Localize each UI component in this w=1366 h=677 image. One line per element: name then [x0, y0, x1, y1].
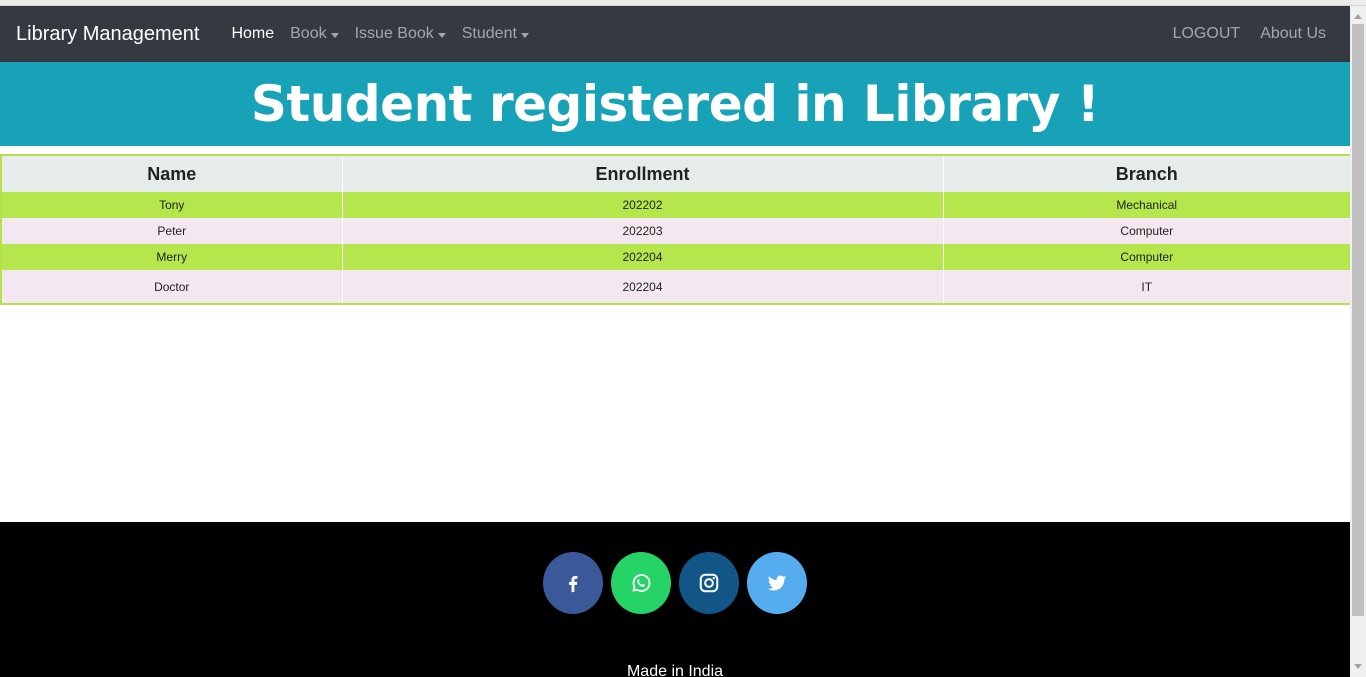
cell-branch: Computer	[943, 218, 1350, 244]
cell-name: Tony	[1, 192, 343, 218]
students-table-wrapper: Name Enrollment Branch Tony 202202 Mecha…	[0, 154, 1350, 305]
whatsapp-button[interactable]	[611, 552, 671, 614]
cell-enrollment: 202204	[342, 270, 944, 304]
cell-enrollment: 202202	[342, 192, 944, 218]
nav-home-label: Home	[231, 25, 275, 42]
nav-issue-book-dropdown[interactable]: Issue Book	[347, 25, 454, 43]
cell-enrollment: 202203	[342, 218, 944, 244]
table-row: Tony 202202 Mechanical	[1, 192, 1350, 218]
nav-student-label: Student	[461, 25, 517, 42]
footer: Made in India	[0, 522, 1350, 677]
twitter-icon	[767, 575, 787, 591]
cell-branch: Computer	[943, 244, 1350, 270]
cell-branch: Mechanical	[943, 192, 1350, 218]
cell-enrollment: 202204	[342, 244, 944, 270]
column-header-enrollment: Enrollment	[342, 155, 944, 192]
scroll-down-arrow-icon[interactable]	[1354, 664, 1362, 669]
navbar: Library Management Home Book Issue Book …	[0, 6, 1350, 62]
page: Library Management Home Book Issue Book …	[0, 6, 1350, 677]
nav-book-dropdown[interactable]: Book	[282, 25, 346, 43]
social-links	[0, 552, 1350, 614]
table-header-row: Name Enrollment Branch	[1, 155, 1350, 192]
nav-left: Home Book Issue Book Student	[223, 25, 536, 43]
vertical-scrollbar[interactable]	[1350, 6, 1366, 677]
nav-home[interactable]: Home	[223, 25, 282, 43]
about-us-link[interactable]: About Us	[1252, 25, 1334, 43]
nav-student-dropdown[interactable]: Student	[454, 25, 537, 43]
whatsapp-icon	[632, 574, 651, 592]
caret-down-icon	[520, 32, 529, 38]
caret-down-icon	[330, 32, 339, 38]
cell-name: Peter	[1, 218, 343, 244]
facebook-button[interactable]	[543, 552, 603, 614]
students-table: Name Enrollment Branch Tony 202202 Mecha…	[0, 154, 1350, 305]
cell-name: Doctor	[1, 270, 343, 304]
instagram-icon	[699, 573, 719, 593]
footer-text: Made in India	[626, 663, 724, 677]
page-title: Student registered in Library !	[250, 75, 1100, 133]
nav-issue-book-label: Issue Book	[354, 25, 434, 42]
column-header-name: Name	[1, 155, 343, 192]
instagram-button[interactable]	[679, 552, 739, 614]
navbar-brand[interactable]: Library Management	[16, 23, 199, 46]
facebook-icon	[569, 575, 578, 593]
table-row: Peter 202203 Computer	[1, 218, 1350, 244]
scrollbar-thumb[interactable]	[1352, 24, 1364, 616]
caret-down-icon	[437, 32, 446, 38]
twitter-button[interactable]	[747, 552, 807, 614]
scroll-up-arrow-icon[interactable]	[1354, 14, 1362, 19]
cell-branch: IT	[943, 270, 1350, 304]
page-banner: Student registered in Library !	[0, 62, 1350, 146]
cell-name: Merry	[1, 244, 343, 270]
table-row: Doctor 202204 IT	[1, 270, 1350, 304]
table-row: Merry 202204 Computer	[1, 244, 1350, 270]
nav-right: LOGOUT About Us	[1161, 25, 1334, 43]
column-header-branch: Branch	[943, 155, 1350, 192]
nav-book-label: Book	[290, 25, 327, 42]
logout-link[interactable]: LOGOUT	[1165, 25, 1249, 43]
